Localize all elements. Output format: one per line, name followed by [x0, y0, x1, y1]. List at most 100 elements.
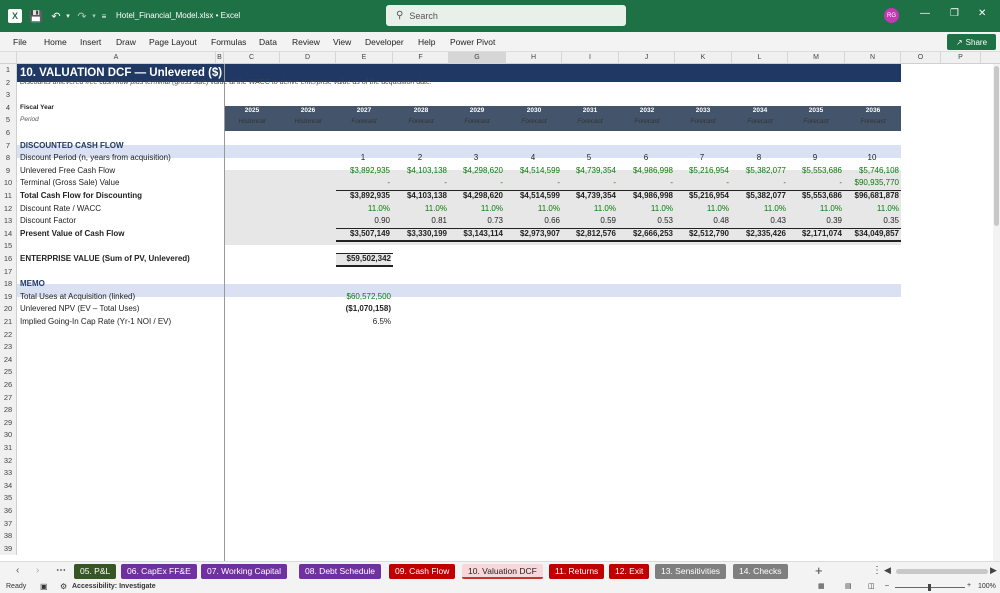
sheet-tab[interactable]: 05. P&L [74, 564, 117, 579]
column-header-i[interactable]: I [562, 52, 619, 64]
row-header-1[interactable]: 1 [0, 64, 17, 77]
tab-review[interactable]: Review [292, 37, 320, 47]
row-header-38[interactable]: 38 [0, 530, 17, 543]
discount-factor-value[interactable]: 0.90 [336, 215, 390, 228]
select-all-corner[interactable] [0, 52, 17, 64]
page-layout-view-icon[interactable]: ▤ [845, 582, 852, 590]
sheet-tab[interactable]: 07. Working Capital [201, 564, 288, 579]
tab-power-pivot[interactable]: Power Pivot [450, 37, 495, 47]
tab-home[interactable]: Home [44, 37, 67, 47]
row-header-19[interactable]: 19 [0, 290, 17, 304]
row-header-13[interactable]: 13 [0, 215, 17, 228]
discount-factor-value[interactable]: 0.39 [788, 215, 842, 228]
total-cash-flow-value[interactable]: $5,553,686 [788, 190, 842, 203]
present-value-label[interactable]: Present Value of Cash Flow [20, 228, 124, 241]
present-value-value[interactable]: $3,143,114 [449, 228, 503, 241]
terminal-value-value[interactable]: - [675, 177, 729, 190]
terminal-value-value[interactable]: - [788, 177, 842, 190]
row-header-7[interactable]: 7 [0, 139, 17, 153]
tab-insert[interactable]: Insert [80, 37, 101, 47]
discount-rate-value[interactable]: 11.0% [336, 203, 390, 216]
row-header-6[interactable]: 6 [0, 127, 17, 140]
discount-rate-value[interactable]: 11.0% [393, 203, 447, 216]
discount-factor-value[interactable]: 0.35 [845, 215, 899, 228]
undo-icon[interactable]: ↶ [50, 9, 62, 23]
total-cash-flow-value[interactable]: $4,514,599 [506, 190, 560, 203]
row-header-31[interactable]: 31 [0, 442, 17, 455]
terminal-value-value[interactable]: - [449, 177, 503, 190]
discount-period-value[interactable]: 6 [619, 152, 673, 165]
column-header-p[interactable]: P [941, 52, 981, 64]
accessibility-icon[interactable]: ⚙ [60, 582, 67, 591]
column-header-f[interactable]: F [393, 52, 449, 64]
tab-developer[interactable]: Developer [365, 37, 404, 47]
present-value-value[interactable]: $2,666,253 [619, 228, 673, 241]
period-header-2033[interactable]: Forecast [675, 116, 731, 129]
memo-value[interactable]: ($1,070,158) [336, 303, 391, 316]
period-header-2026[interactable]: Historical [280, 116, 336, 129]
zoom-level[interactable]: 100% [978, 583, 996, 590]
avatar[interactable]: RG [884, 8, 899, 23]
present-value-value[interactable]: $2,335,426 [732, 228, 786, 241]
column-header-c[interactable]: C [224, 52, 280, 64]
tab-file[interactable]: File [13, 37, 27, 47]
spreadsheet-grid[interactable]: 1 2 3 4 5 6 7 8 9 10 11 12 13 14 15 16 17 18 19 20 21 22 23 24 2… [0, 64, 993, 561]
total-cash-flow-value[interactable]: $96,681,878 [845, 190, 900, 203]
row-header-10[interactable]: 10 [0, 177, 17, 190]
close-icon[interactable]: ✕ [978, 8, 986, 19]
row-header-39[interactable]: 39 [0, 542, 17, 556]
column-header-d[interactable]: D [280, 52, 336, 64]
terminal-value-value[interactable]: - [506, 177, 560, 190]
unlevered-fcf-value[interactable]: $4,298,620 [449, 165, 503, 178]
period-header-2030[interactable]: Forecast [506, 116, 562, 129]
accessibility-status[interactable]: Accessibility: Investigate [72, 583, 156, 590]
row-header-34[interactable]: 34 [0, 479, 17, 493]
column-header-a[interactable]: A [17, 52, 216, 64]
column-header-e[interactable]: E [336, 52, 393, 64]
discount-rate-value[interactable]: 11.0% [675, 203, 729, 216]
discount-factor-value[interactable]: 0.66 [506, 215, 560, 228]
memo-label[interactable]: Implied Going-In Cap Rate (Yr-1 NOI / EV… [20, 316, 171, 329]
period-header-2035[interactable]: Forecast [788, 116, 844, 129]
unlevered-fcf-value[interactable]: $5,382,077 [732, 165, 786, 178]
save-icon[interactable]: 💾 [29, 9, 43, 23]
unlevered-fcf-value[interactable]: $4,739,354 [562, 165, 616, 178]
total-cash-flow-value[interactable]: $4,986,998 [619, 190, 673, 203]
row-header-23[interactable]: 23 [0, 341, 17, 354]
vertical-scrollbar[interactable] [993, 64, 1000, 561]
more-sheets-icon[interactable]: ⋯ [56, 565, 66, 576]
discount-factor-value[interactable]: 0.53 [619, 215, 673, 228]
minimize-icon[interactable]: — [920, 8, 930, 19]
fiscal-year-label[interactable]: Fiscal Year [20, 102, 54, 115]
present-value-value[interactable]: $2,973,907 [506, 228, 560, 241]
memo-value[interactable]: 6.5% [336, 316, 391, 329]
section-memo[interactable]: MEMO [20, 278, 45, 291]
present-value-value[interactable]: $2,171,074 [788, 228, 842, 241]
row-header-21[interactable]: 21 [0, 316, 17, 329]
discount-period-value[interactable]: 5 [562, 152, 616, 165]
total-cash-flow-value[interactable]: $5,216,954 [675, 190, 729, 203]
discount-period-value[interactable]: 4 [506, 152, 560, 165]
column-header-m[interactable]: M [788, 52, 845, 64]
discount-period-label[interactable]: Discount Period (n, years from acquisiti… [20, 152, 171, 165]
row-header-25[interactable]: 25 [0, 366, 17, 379]
unlevered-fcf-value[interactable]: $4,103,138 [393, 165, 447, 178]
tab-data[interactable]: Data [259, 37, 277, 47]
period-header-2036[interactable]: Forecast [845, 116, 901, 129]
present-value-value[interactable]: $34,049,857 [845, 228, 900, 241]
sheet-tab[interactable]: 08. Debt Schedule [299, 564, 381, 579]
zoom-out-icon[interactable]: – [885, 582, 889, 589]
discount-factor-value[interactable]: 0.59 [562, 215, 616, 228]
unlevered-fcf-value[interactable]: $4,986,998 [619, 165, 673, 178]
row-header-14[interactable]: 14 [0, 227, 17, 241]
unlevered-fcf-value[interactable]: $5,216,954 [675, 165, 729, 178]
present-value-value[interactable]: $2,512,790 [675, 228, 729, 241]
column-header-n[interactable]: N [845, 52, 901, 64]
discount-rate-value[interactable]: 11.0% [732, 203, 786, 216]
customize-toolbar-icon[interactable]: ≡ [100, 9, 108, 23]
sheet-tab[interactable]: 06. CapEx FF&E [121, 564, 197, 579]
period-header-2031[interactable]: Forecast [562, 116, 618, 129]
terminal-value-value[interactable]: - [562, 177, 616, 190]
total-cash-flow-value[interactable]: $4,298,620 [449, 190, 503, 203]
discount-period-value[interactable]: 9 [788, 152, 842, 165]
